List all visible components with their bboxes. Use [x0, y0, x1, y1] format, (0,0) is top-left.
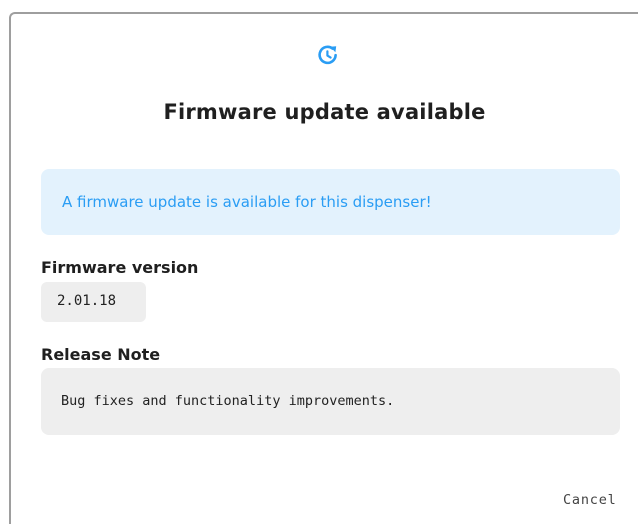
firmware-version-chip: 2.01.18 — [41, 282, 146, 322]
cancel-button[interactable]: Cancel — [563, 488, 633, 512]
release-note-label: Release Note — [41, 345, 161, 364]
alert-message: A firmware update is available for this … — [62, 193, 432, 211]
dialog-title: Firmware update available — [163, 100, 486, 124]
firmware-version-value: 2.01.18 — [57, 293, 117, 309]
firmware-update-dialog: Firmware update available A firmware upd… — [9, 12, 638, 524]
update-available-alert: A firmware update is available for this … — [41, 169, 620, 235]
release-note-text: Bug fixes and functionality improvements… — [61, 393, 395, 409]
firmware-version-label: Firmware version — [41, 258, 199, 277]
release-note-box: Bug fixes and functionality improvements… — [41, 368, 620, 435]
update-clock-icon — [316, 43, 340, 67]
window-top-bar — [0, 0, 638, 12]
